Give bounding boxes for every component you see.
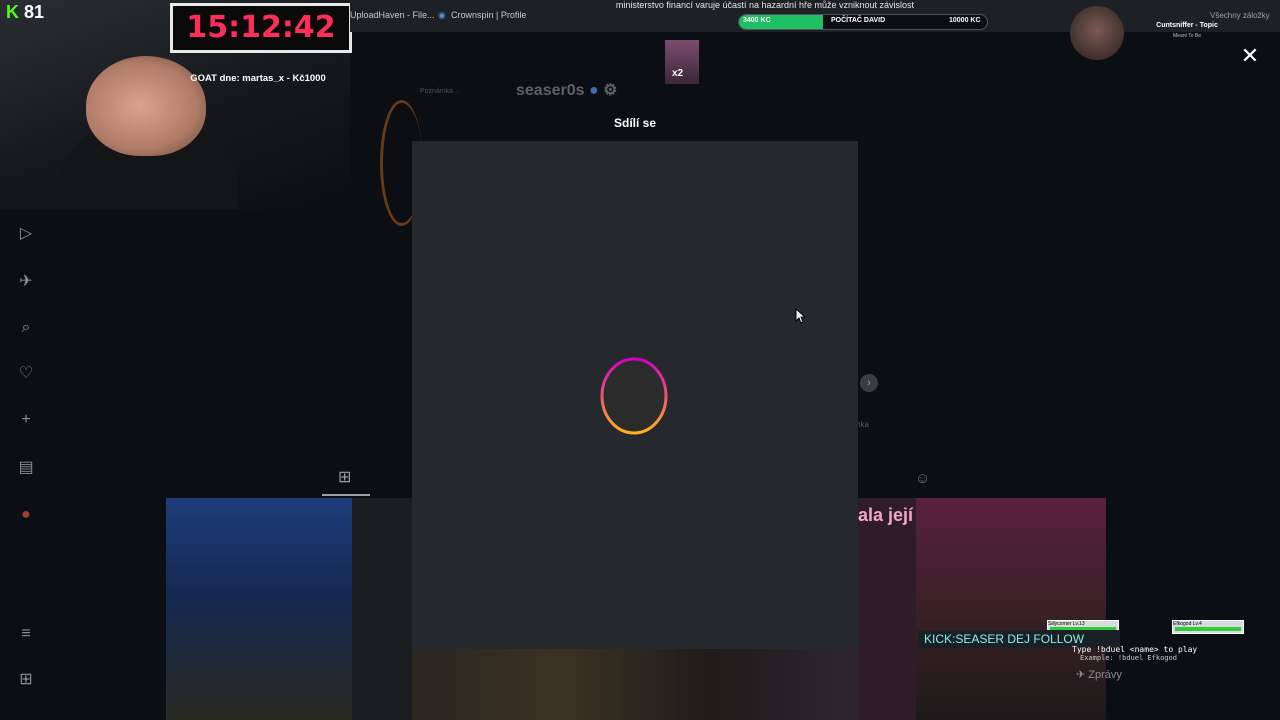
create-icon[interactable]: + <box>16 410 36 430</box>
explore-icon[interactable]: ✈ <box>16 272 36 292</box>
menu-icon[interactable]: ≡ <box>16 624 36 644</box>
goal-name: POČÍTAČ DAVID <box>831 17 886 24</box>
donation-goal-bar: 3400 KC POČÍTAČ DAVID 10000 KC <box>738 14 988 30</box>
profile-username: seaser0s ● ⚙ <box>516 80 617 100</box>
verified-badge-icon: ● <box>588 82 599 99</box>
modal-title: Sdílí se <box>613 116 657 130</box>
note-placeholder: Poznámka... <box>420 88 459 95</box>
now-playing-art <box>1070 6 1124 60</box>
heart-icon[interactable]: ♡ <box>16 364 36 384</box>
tagged-icon[interactable]: ☺ <box>915 470 930 487</box>
post-thumb-3[interactable] <box>858 498 916 720</box>
username-text: seaser0s <box>516 82 585 99</box>
post-thumbs-row <box>412 649 858 720</box>
goat-of-day: GOAT dne: martas_x - Kč1000 <box>190 73 326 84</box>
mouse-cursor-icon <box>795 308 805 324</box>
player2-hp <box>1175 627 1241 631</box>
duel-player-2: Efkogod Lv.4 <box>1172 620 1244 634</box>
thumb-caption: ala její <box>858 505 914 525</box>
all-bookmarks[interactable]: Všechny záložky <box>1210 11 1270 20</box>
messages-button[interactable]: ✈ Zprávy <box>1076 668 1122 681</box>
stats-icon[interactable]: ▤ <box>16 458 36 478</box>
more-icon[interactable]: ⊞ <box>16 670 36 690</box>
viewer-count: 81 <box>24 2 45 22</box>
posts-grid-icon[interactable]: ⊞ <box>338 467 351 487</box>
webcam-feed: K 81 15:12:42 GOAT dne: martas_x - Kč100… <box>0 0 352 210</box>
reels-icon[interactable]: ▷ <box>16 224 36 244</box>
profile-avatar-icon[interactable]: ● <box>16 505 36 525</box>
goal-current: 3400 KC <box>743 17 771 24</box>
post-thumb-4[interactable] <box>916 498 1106 720</box>
goal-target: 10000 KC <box>949 17 981 24</box>
messages-label: Zprávy <box>1088 669 1122 681</box>
kick-logo-icon: K <box>6 2 19 22</box>
duel-example: Example: !bduel Efkogod <box>1080 654 1177 662</box>
story-count: x2 <box>672 68 684 79</box>
streamer-face <box>86 56 206 156</box>
messages-icon: ✈ <box>1076 669 1086 681</box>
loading-spinner-icon <box>600 357 668 435</box>
now-playing-subtitle: Meant To Be <box>1173 33 1201 39</box>
stream-clock: 15:12:42 <box>170 3 352 53</box>
kick-viewer-count: K 81 <box>6 2 44 23</box>
post-thumb-1[interactable] <box>166 498 352 720</box>
grid-tab-indicator <box>322 494 370 496</box>
now-playing-title: Cuntsniffer - Topic <box>1156 22 1218 29</box>
close-icon[interactable]: ✕ <box>1238 44 1262 68</box>
gambling-warning-ticker: ministerstvo financí varuje účastí na ha… <box>615 0 915 10</box>
search-icon[interactable]: ⌕ <box>16 318 36 338</box>
post-thumb-2[interactable] <box>352 498 412 720</box>
next-highlight-icon: › <box>860 374 878 392</box>
settings-gear-icon: ⚙ <box>603 82 618 99</box>
duel-instructions: Type !bduel <name> to play <box>1072 645 1198 654</box>
